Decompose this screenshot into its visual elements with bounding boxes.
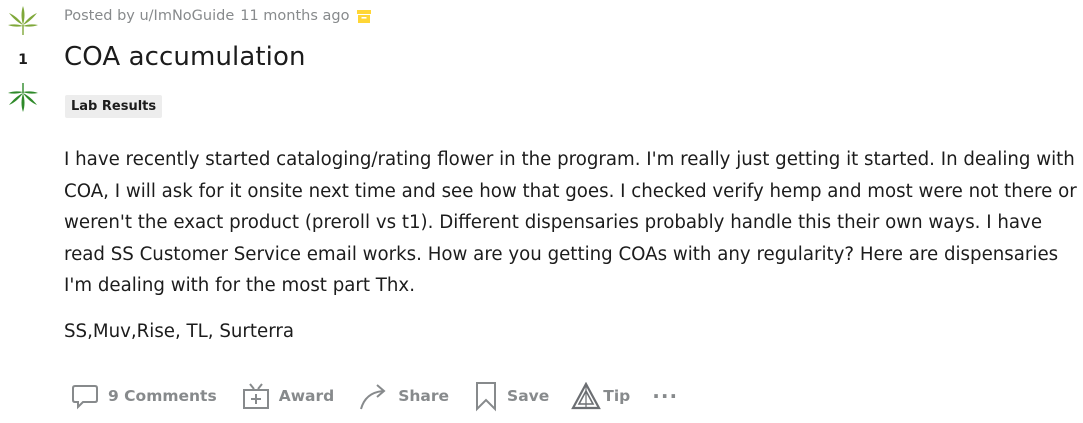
comments-label: 9 Comments — [108, 387, 217, 405]
comments-button[interactable]: 9 Comments — [62, 374, 225, 418]
gift-icon — [241, 381, 271, 411]
tip-triangle-icon — [571, 382, 602, 410]
posted-by-link[interactable]: Posted by u/ImNoGuide — [64, 8, 234, 24]
post-timestamp[interactable]: 11 months ago — [240, 8, 349, 24]
cannabis-leaf-upvote-icon[interactable] — [6, 4, 40, 38]
comment-bubble-icon — [70, 381, 100, 411]
tip-label: Tip — [603, 387, 631, 405]
post-title[interactable]: COA accumulation — [64, 42, 306, 72]
vote-column: 1 — [0, 0, 46, 130]
tip-button[interactable]: Tip — [563, 374, 638, 418]
bookmark-icon — [473, 380, 499, 412]
post-body-paragraph: SS,Muv,Rise, TL, Surterra — [64, 320, 295, 342]
save-label: Save — [507, 387, 550, 405]
share-button[interactable]: Share — [350, 374, 457, 418]
post-meta: Posted by u/ImNoGuide 11 months ago — [64, 8, 372, 24]
share-label: Share — [398, 387, 450, 405]
post-body-paragraph: I have recently started cataloging/ratin… — [64, 149, 1077, 296]
more-options-button[interactable]: ··· — [638, 374, 686, 418]
post-body: I have recently started cataloging/ratin… — [64, 144, 1080, 347]
award-button[interactable]: Award — [233, 374, 343, 418]
vote-score: 1 — [18, 52, 28, 68]
more-dots-icon: ··· — [652, 384, 679, 408]
post-actions-bar: 9 Comments Award Share Save Tip ··· — [62, 374, 686, 418]
cannabis-leaf-downvote-icon[interactable] — [6, 80, 40, 114]
archive-icon — [356, 8, 372, 24]
post-flair[interactable]: Lab Results — [65, 95, 163, 118]
save-button[interactable]: Save — [465, 374, 557, 418]
award-label: Award — [278, 387, 335, 405]
share-arrow-icon — [358, 381, 390, 411]
